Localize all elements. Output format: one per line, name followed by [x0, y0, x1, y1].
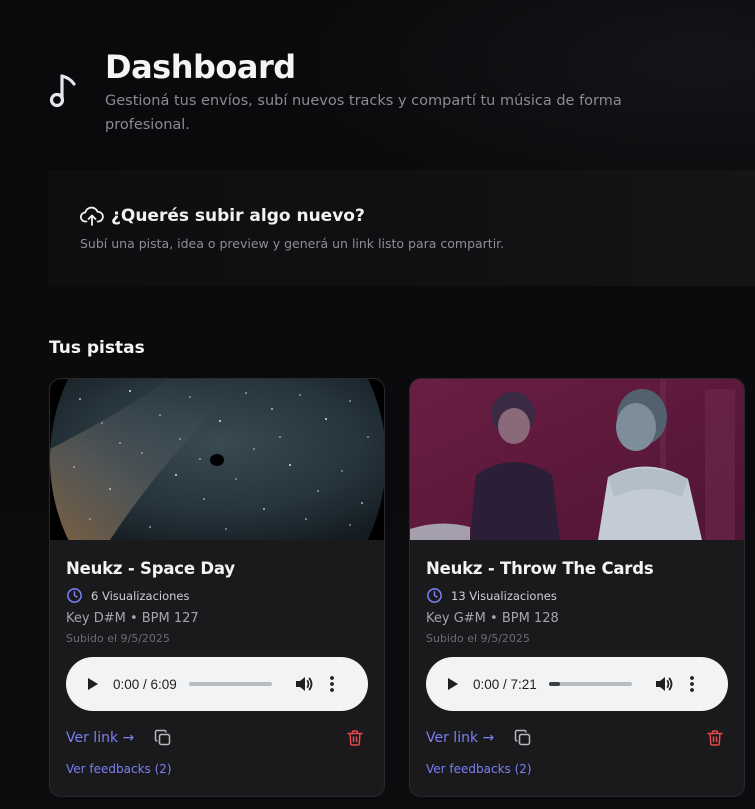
upload-description: Subí una pista, idea o preview y generá … [80, 236, 505, 251]
track-actions: Ver link → [66, 727, 364, 749]
volume-icon[interactable] [654, 675, 674, 693]
upload-date: Subido el 9/5/2025 [426, 632, 530, 645]
page-title: Dashboard [105, 48, 296, 86]
tracks-section-title: Tus pistas [49, 338, 145, 358]
view-link-button[interactable]: Ver link → [66, 730, 134, 746]
views-row: 6 Visualizaciones [66, 587, 368, 604]
track-actions: Ver link → [426, 727, 724, 749]
track-key-bpm: Key D#M • BPM 127 [66, 611, 199, 626]
track-key-bpm: Key G#M • BPM 128 [426, 611, 559, 626]
track-cover-art [50, 379, 384, 540]
views-count: 6 Visualizaciones [91, 588, 190, 603]
track-cover-art [410, 379, 744, 540]
clock-icon [67, 588, 82, 603]
track-card: Neukz - Space Day 6 Visualizaciones Key … [49, 378, 385, 797]
play-icon[interactable] [446, 677, 460, 691]
volume-icon[interactable] [294, 675, 314, 693]
view-feedbacks-button[interactable]: Ver feedbacks (2) [426, 762, 532, 776]
view-feedbacks-button[interactable]: Ver feedbacks (2) [66, 762, 172, 776]
audio-progress-bar[interactable] [188, 682, 272, 686]
audio-time: 0:00 / 7:21 [473, 676, 537, 692]
trash-icon[interactable] [346, 729, 364, 747]
more-options-icon[interactable] [689, 675, 695, 693]
track-info: Neukz - Throw The Cards 13 Visualizacion… [426, 559, 728, 645]
audio-time: 0:00 / 6:09 [113, 676, 177, 692]
track-info: Neukz - Space Day 6 Visualizaciones Key … [66, 559, 368, 645]
view-link-button[interactable]: Ver link → [426, 730, 494, 746]
track-title: Neukz - Space Day [66, 559, 235, 578]
clock-icon [427, 588, 442, 603]
upload-date: Subido el 9/5/2025 [66, 632, 170, 645]
play-icon[interactable] [86, 677, 100, 691]
upload-title: ¿Querés subir algo nuevo? [111, 206, 365, 226]
trash-icon[interactable] [706, 729, 724, 747]
cloud-upload-icon [80, 206, 104, 226]
copy-icon[interactable] [514, 729, 532, 747]
music-note-icon [49, 74, 76, 108]
track-title: Neukz - Throw The Cards [426, 559, 654, 578]
views-row: 13 Visualizaciones [426, 587, 728, 604]
upload-panel[interactable]: ¿Querés subir algo nuevo? Subí una pista… [48, 170, 755, 286]
audio-progress-bar[interactable] [548, 682, 632, 686]
audio-player[interactable]: 0:00 / 6:09 [66, 657, 368, 711]
more-options-icon[interactable] [329, 675, 335, 693]
audio-player[interactable]: 0:00 / 7:21 [426, 657, 728, 711]
track-card: Neukz - Throw The Cards 13 Visualizacion… [409, 378, 745, 797]
upload-title-row: ¿Querés subir algo nuevo? [80, 205, 365, 227]
views-count: 13 Visualizaciones [451, 588, 557, 603]
page-subtitle: Gestioná tus envíos, subí nuevos tracks … [105, 93, 622, 133]
copy-icon[interactable] [154, 729, 172, 747]
